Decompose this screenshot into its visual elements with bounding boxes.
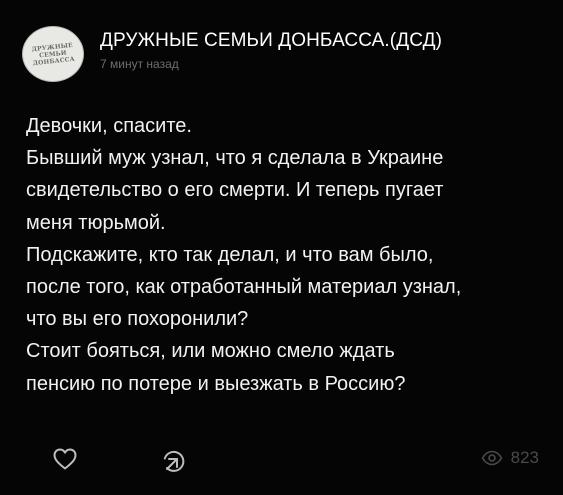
- post-card: ДРУЖНЫЕ СЕМЬИ ДОНБАССА ДРУЖНЫЕ СЕМЬИ ДОН…: [0, 0, 563, 495]
- channel-name[interactable]: ДРУЖНЫЕ СЕМЬИ ДОНБАССА.(ДСД): [100, 30, 442, 52]
- post-line: пенсию по потере и выезжать в Россию?: [26, 372, 406, 395]
- views-count: 823: [510, 448, 539, 467]
- post-line: Девочки, спасите.: [26, 115, 192, 137]
- post-header: ДРУЖНЫЕ СЕМЬИ ДОНБАССА ДРУЖНЫЕ СЕМЬИ ДОН…: [22, 26, 442, 82]
- channel-avatar[interactable]: ДРУЖНЫЕ СЕМЬИ ДОНБАССА: [22, 26, 84, 82]
- post-line: Стоит бояться, или можно смело ждать: [26, 340, 395, 363]
- avatar-logo-text: ДРУЖНЫЕ СЕМЬИ ДОНБАССА: [31, 41, 76, 67]
- post-body: Девочки, спасите. Бывший муж узнал, что …: [26, 110, 546, 400]
- post-line: после того, как отработанный материал уз…: [26, 276, 462, 299]
- post-actions: 823: [0, 444, 563, 480]
- heart-icon: [53, 448, 77, 470]
- views-counter: 823: [481, 448, 539, 468]
- post-line: меня тюрьмой.: [26, 211, 166, 234]
- share-button[interactable]: [160, 446, 188, 474]
- header-text: ДРУЖНЫЕ СЕМЬИ ДОНБАССА.(ДСД) 7 минут наз…: [100, 30, 442, 71]
- post-line: Подскажите, кто так делал, и что вам был…: [26, 243, 434, 266]
- share-icon: [163, 450, 185, 472]
- post-timestamp: 7 минут назад: [100, 56, 179, 71]
- like-button[interactable]: [52, 446, 78, 472]
- post-line: что вы его похоронили?: [26, 308, 249, 331]
- eye-icon: [481, 450, 503, 466]
- post-line: свидетельство о его смерти. И теперь пуг…: [26, 179, 444, 202]
- post-line: Бывший муж узнал, что я сделала в Украин…: [26, 147, 444, 170]
